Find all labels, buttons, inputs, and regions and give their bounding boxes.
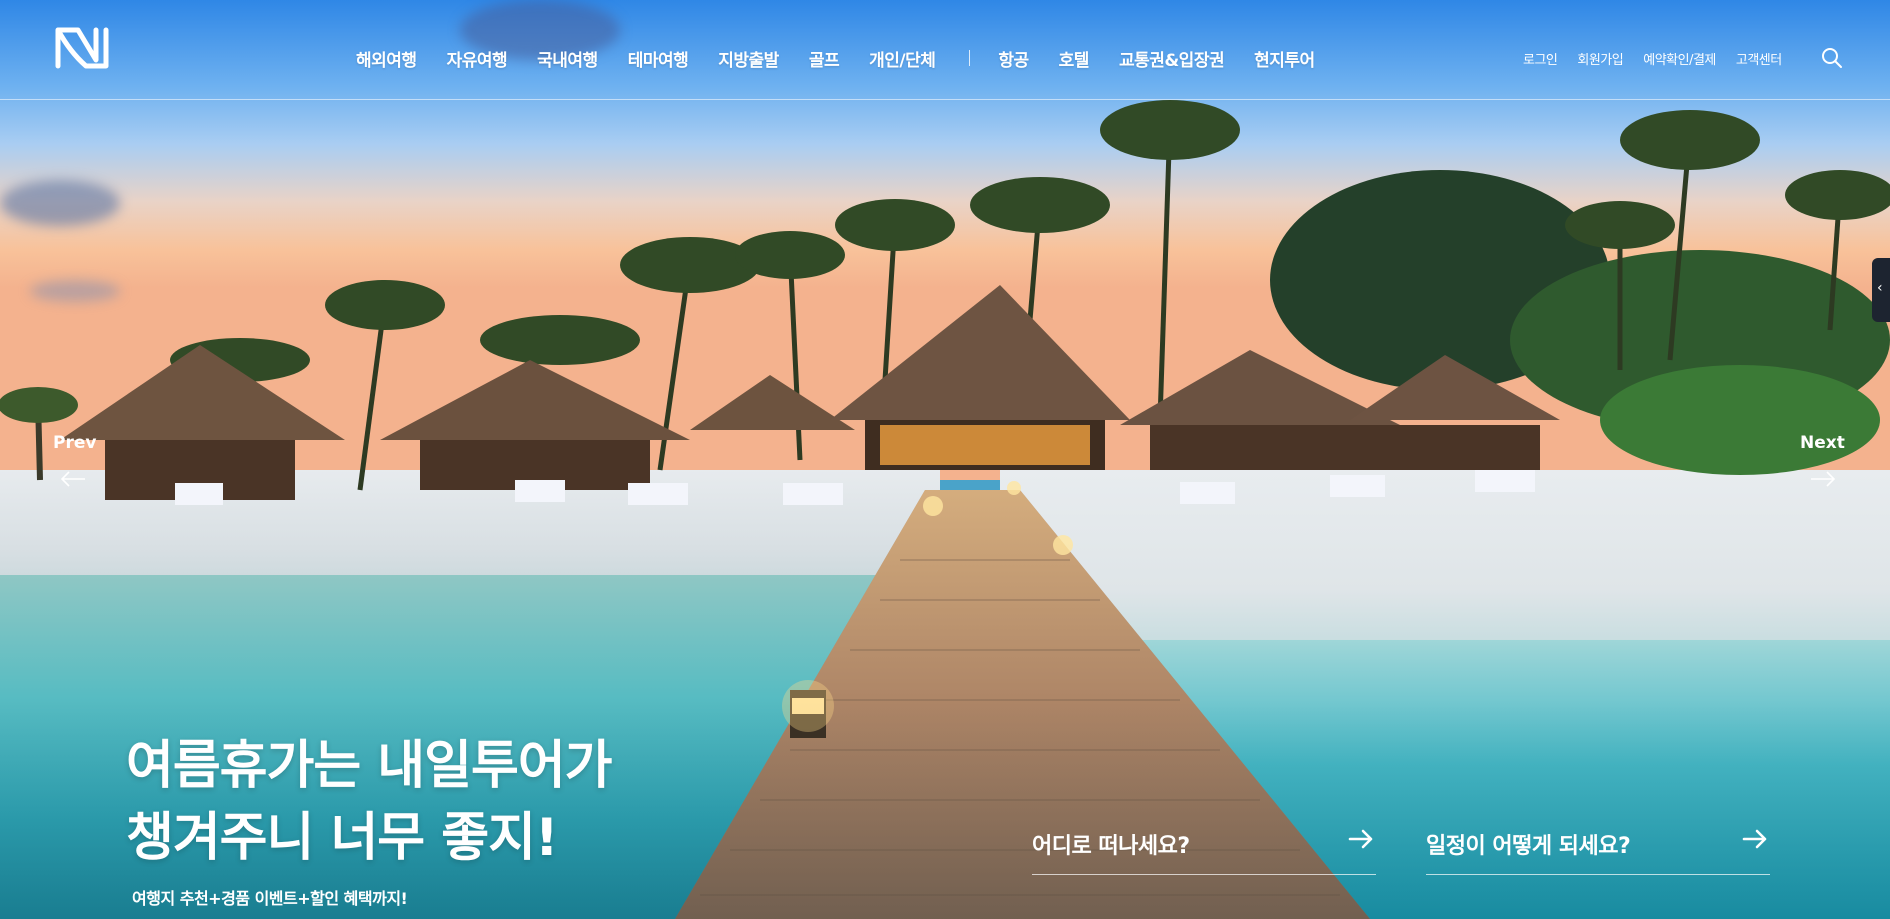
arrow-left-icon[interactable]: [60, 470, 86, 488]
slider-next-label[interactable]: Next: [1800, 433, 1845, 453]
hero-headline-line2: 챙겨주니 너무 좋지!: [126, 808, 559, 868]
brand-logo[interactable]: [50, 22, 114, 74]
nav-item-overseas[interactable]: 해외여행: [356, 46, 417, 71]
nav-item-flights[interactable]: 항공: [998, 46, 1029, 71]
arrow-right-icon[interactable]: [1810, 470, 1836, 488]
nav-item-hotels[interactable]: 호텔: [1059, 46, 1090, 71]
destination-selector[interactable]: 어디로 떠나세요?: [1032, 822, 1376, 875]
reservation-check-link[interactable]: 예약확인/결제: [1643, 49, 1716, 68]
search-icon[interactable]: [1821, 47, 1843, 69]
arrow-right-icon: [1348, 829, 1373, 849]
hero-headline: 여름휴가는 내일투어가 챙겨주니 너무 좋지!: [126, 730, 613, 874]
hero-headline-line1: 여름휴가는 내일투어가: [126, 736, 613, 796]
customer-center-link[interactable]: 고객센터: [1736, 49, 1782, 68]
main-nav: 해외여행 자유여행 국내여행 테마여행 지방출발 골프 개인/단체 항공 호텔 …: [356, 46, 1345, 71]
login-link[interactable]: 로그인: [1523, 49, 1558, 68]
schedule-selector[interactable]: 일정이 어떻게 되세요?: [1426, 822, 1770, 875]
nav-item-free-travel[interactable]: 자유여행: [447, 46, 508, 71]
nav-item-golf[interactable]: 골프: [809, 46, 840, 71]
utility-nav: 로그인 회원가입 예약확인/결제 고객센터: [1523, 49, 1802, 68]
page: 해외여행 자유여행 국내여행 테마여행 지방출발 골프 개인/단체 항공 호텔 …: [0, 0, 1890, 919]
chevron-left-icon: ‹: [1877, 280, 1883, 296]
site-header: 해외여행 자유여행 국내여행 테마여행 지방출발 골프 개인/단체 항공 호텔 …: [0, 0, 1890, 100]
nav-item-regional-departure[interactable]: 지방출발: [718, 46, 779, 71]
destination-label: 어디로 떠나세요?: [1032, 834, 1190, 859]
signup-link[interactable]: 회원가입: [1577, 49, 1623, 68]
nav-item-local-tours[interactable]: 현지투어: [1254, 46, 1315, 71]
nav-item-group[interactable]: 개인/단체: [869, 46, 936, 71]
arrow-right-icon: [1742, 829, 1767, 849]
hero-subline: 여행지 추천+경품 이벤트+할인 혜택까지!: [132, 889, 408, 908]
nav-divider: [969, 50, 971, 66]
nav-item-domestic[interactable]: 국내여행: [537, 46, 598, 71]
nav-item-theme[interactable]: 테마여행: [628, 46, 689, 71]
slider-prev-label[interactable]: Prev: [53, 433, 96, 453]
nav-item-tickets[interactable]: 교통권&입장권: [1119, 46, 1225, 71]
schedule-label: 일정이 어떻게 되세요?: [1426, 834, 1631, 859]
side-panel-toggle[interactable]: ‹: [1872, 258, 1890, 322]
